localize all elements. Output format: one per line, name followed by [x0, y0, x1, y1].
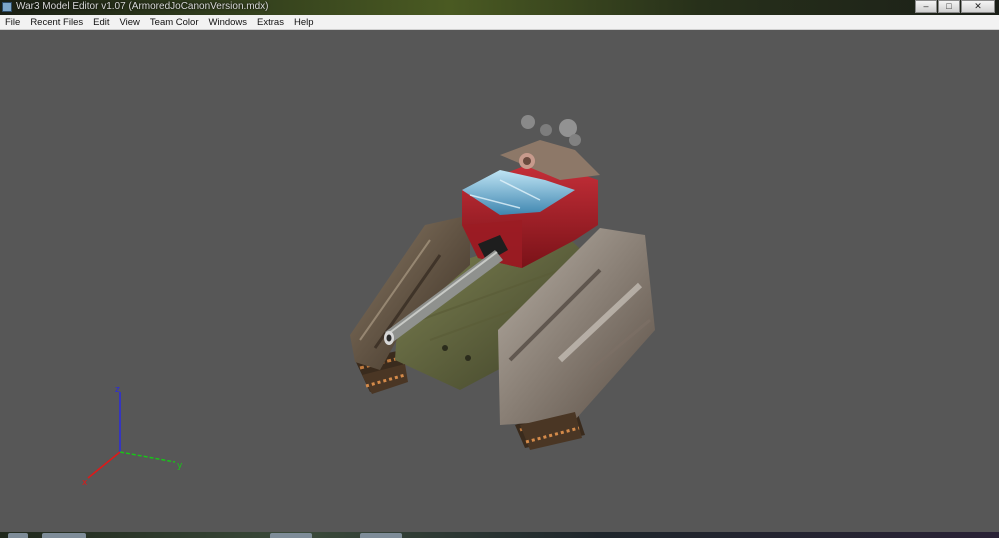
start-button[interactable]	[8, 533, 28, 538]
menu-file[interactable]: File	[0, 17, 25, 28]
window-title: War3 Model Editor v1.07 (ArmoredJoCanonV…	[16, 1, 269, 12]
taskbar-app-button[interactable]	[360, 533, 402, 538]
menu-edit[interactable]: Edit	[88, 17, 114, 28]
y-axis-label: y	[177, 461, 183, 471]
maximize-button[interactable]: □	[938, 0, 960, 13]
app-icon[interactable]	[2, 2, 12, 12]
smoke-puff	[521, 115, 581, 146]
menu-view[interactable]: View	[115, 17, 145, 28]
minimize-button[interactable]: –	[915, 0, 937, 13]
model-viewport[interactable]: z y x	[0, 30, 999, 532]
z-axis-label: z	[115, 385, 120, 395]
menu-team-color[interactable]: Team Color	[145, 17, 204, 28]
axes-gizmo: z y x	[82, 385, 183, 488]
taskbar-app-button[interactable]	[270, 533, 312, 538]
x-axis-line	[87, 451, 121, 479]
menu-extras[interactable]: Extras	[252, 17, 289, 28]
taskbar-app-button[interactable]	[42, 533, 86, 538]
menu-bar: File Recent Files Edit View Team Color W…	[0, 15, 999, 30]
taskbar	[0, 532, 999, 538]
menu-recent-files[interactable]: Recent Files	[25, 17, 88, 28]
x-axis-label: x	[82, 478, 88, 488]
y-axis-line	[119, 451, 176, 463]
tank-model-render: z y x	[82, 115, 655, 488]
window-controls: – □ ✕	[914, 0, 995, 13]
menu-help[interactable]: Help	[289, 17, 319, 28]
title-bar[interactable]: War3 Model Editor v1.07 (ArmoredJoCanonV…	[0, 0, 999, 15]
close-button[interactable]: ✕	[961, 0, 995, 13]
menu-windows[interactable]: Windows	[204, 17, 253, 28]
